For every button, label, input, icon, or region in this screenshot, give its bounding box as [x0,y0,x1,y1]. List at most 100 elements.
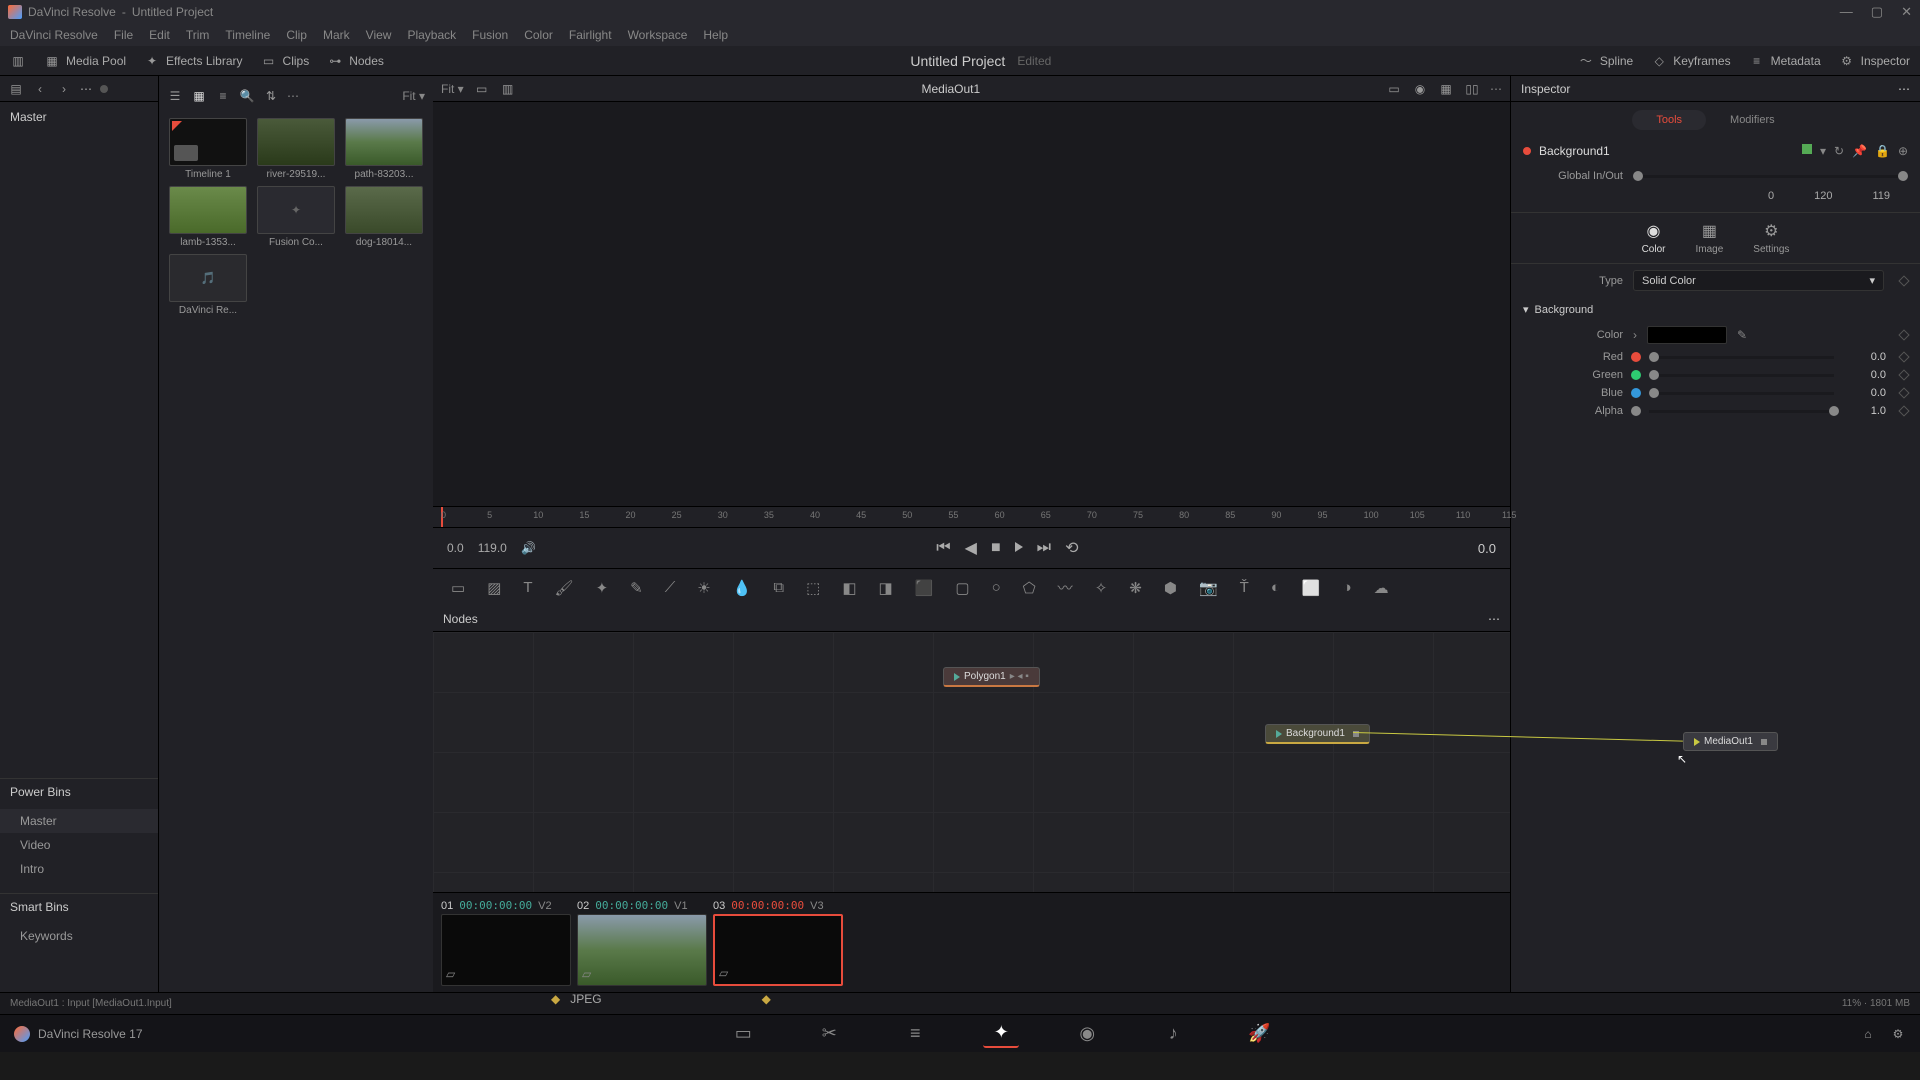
tool-shape3d-icon[interactable]: ◐ [1271,579,1280,596]
menu-view[interactable]: View [366,28,392,42]
node-versions-icon[interactable]: ▾ [1820,144,1826,158]
thumb-audio[interactable]: 🎵DaVinci Re... [167,254,249,316]
type-select[interactable]: Solid Color▾ [1633,270,1884,291]
nodes-menu-icon[interactable]: ⋯ [1488,612,1500,626]
mode-image[interactable]: ▦Image [1695,221,1723,255]
bin-keywords[interactable]: Keywords [0,924,158,948]
tool-pen-icon[interactable]: ✎ [630,579,643,597]
node-reset-icon[interactable]: ↻ [1834,144,1844,158]
node-background1[interactable]: Background1 [1265,724,1370,744]
loop-button[interactable]: ⟲ [1065,538,1078,558]
menu-file[interactable]: File [114,28,133,42]
time-ruler[interactable]: 0510152025303540455055606570758085909510… [433,506,1510,528]
menu-mark[interactable]: Mark [323,28,350,42]
tool-blur-icon[interactable]: 💧 [733,579,752,597]
clip-03[interactable]: 0300:00:00:00V3▱ [713,897,843,986]
tool-light-icon[interactable]: ☀ [697,579,710,597]
goto-start-button[interactable]: ⏮ [936,539,950,557]
home-icon[interactable]: ⌂ [1860,1026,1876,1042]
minimize-button[interactable]: — [1840,4,1853,20]
menu-edit[interactable]: Edit [149,28,170,42]
menu-fusion[interactable]: Fusion [472,28,508,42]
node-pin-icon[interactable]: 📌 [1852,144,1867,158]
mode-color[interactable]: ◉Color [1642,221,1666,255]
clip-01[interactable]: 0100:00:00:00V2▱ [441,897,571,986]
clip-02[interactable]: 0200:00:00:00V1▱ [577,897,707,986]
bin-master[interactable]: Master [0,809,158,833]
stop-button[interactable]: ■ [991,539,1001,557]
tool-resize-icon[interactable]: ⬛ [915,579,934,597]
project-settings-icon[interactable]: ⚙ [1890,1026,1906,1042]
node-settings-icon[interactable]: ⊕ [1898,144,1908,158]
viewer-dual-icon[interactable]: ▯▯ [1464,81,1480,97]
thumb-dog[interactable]: dog-18014... [343,186,425,248]
node-lock-icon[interactable]: 🔒 [1875,144,1890,158]
tool-camera-icon[interactable]: 📷 [1199,579,1218,597]
page-cut[interactable]: ✂ [811,1020,847,1048]
view-list-icon[interactable]: ☰ [167,88,183,104]
tool-cloud-icon[interactable]: ☁ [1374,579,1389,597]
page-color[interactable]: ◉ [1069,1020,1105,1048]
spline-button[interactable]: 〜Spline [1578,53,1633,69]
tool-brush-icon[interactable]: 🖌 [555,579,574,597]
tool-xf-icon[interactable]: ⬚ [806,579,820,597]
thumb-path[interactable]: path-83203... [343,118,425,180]
alpha-slider[interactable] [1649,410,1834,413]
view-strip-icon[interactable]: ≡ [215,88,231,104]
audio-icon[interactable]: 🔊 [521,540,537,556]
global-in-value[interactable]: 0 [1768,190,1774,202]
play-button[interactable] [1015,539,1023,557]
tool-merge-icon[interactable]: ⧉ [773,579,784,596]
bin-video[interactable]: Video [0,833,158,857]
tool-bspline-icon[interactable]: 〰 [1058,577,1073,598]
tool-matte-icon[interactable]: ◨ [879,579,893,597]
tool-rect-icon[interactable]: ▢ [955,579,969,597]
tool-paint-icon[interactable]: ▨ [487,579,501,597]
tool-render-icon[interactable]: ◑ [1343,579,1352,596]
nav-fwd-icon[interactable]: › [56,81,72,97]
view-opt2-icon[interactable]: ▥ [500,81,516,97]
tab-tools[interactable]: Tools [1632,110,1706,130]
viewer-grid-icon[interactable]: ▦ [1438,81,1454,97]
nodes-button[interactable]: ⊶Nodes [327,53,384,69]
tool-tracker-icon[interactable]: ✦ [596,579,609,597]
menu-trim[interactable]: Trim [186,28,210,42]
tool-text-icon[interactable]: T [523,579,532,596]
green-slider[interactable] [1649,374,1834,377]
node-color-swatch[interactable] [1802,144,1812,154]
eyedropper-icon[interactable]: ✎ [1737,328,1747,342]
tool-poly-icon[interactable]: ⬠ [1023,579,1036,597]
record-dot[interactable] [100,85,108,93]
red-slider[interactable] [1649,356,1834,359]
view-opt1-icon[interactable]: ▭ [474,81,490,97]
tool-wand-icon[interactable]: ⟋ [665,579,676,596]
color-expand-icon[interactable]: › [1633,328,1637,342]
power-bins-header[interactable]: Power Bins [0,778,158,805]
tool-3d-icon[interactable]: ⬢ [1164,579,1177,597]
nodes-canvas[interactable]: Polygon1▸ ◂ ▪ Background1 MediaOut1 ↖ [433,632,1510,892]
nav-back-icon[interactable]: ‹ [32,81,48,97]
close-button[interactable]: ✕ [1901,4,1912,20]
menu-color[interactable]: Color [524,28,553,42]
tool-bg-icon[interactable]: ▭ [451,579,465,597]
goto-end-button[interactable]: ⏭ [1037,539,1051,557]
inspector-menu-icon[interactable]: ⋯ [1898,82,1910,96]
menu-playback[interactable]: Playback [407,28,456,42]
page-fusion[interactable]: ✦ [983,1020,1019,1048]
viewer-canvas[interactable] [433,102,1510,506]
bin-list-icon[interactable]: ▤ [8,81,24,97]
page-fairlight[interactable]: ♪ [1155,1020,1191,1048]
viewer-split-icon[interactable]: ▭ [1386,81,1402,97]
keyframes-button[interactable]: ◇Keyframes [1651,53,1730,69]
tool-particles-icon[interactable]: ✧ [1095,579,1108,597]
menu-timeline[interactable]: Timeline [225,28,270,42]
fit-dropdown[interactable]: Fit ▾ [402,89,425,103]
search-icon[interactable]: 🔍 [239,88,255,104]
menu-help[interactable]: Help [703,28,728,42]
tool-mask-icon[interactable]: ◧ [842,579,856,597]
global-out-value[interactable]: 119 [1872,190,1890,202]
bin-intro[interactable]: Intro [0,857,158,881]
color-keyframe-diamond[interactable] [1898,329,1909,340]
menu-fairlight[interactable]: Fairlight [569,28,612,42]
thumb-river[interactable]: river-29519... [255,118,337,180]
